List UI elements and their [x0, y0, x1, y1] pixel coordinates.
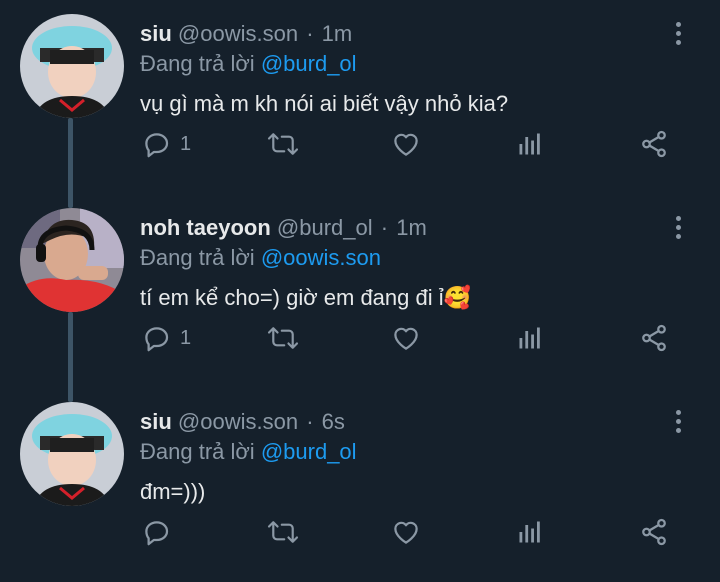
replying-to-label: Đang trả lời [140, 245, 255, 270]
retweet-icon [267, 327, 299, 349]
mention-link[interactable]: @oowis.son [261, 245, 381, 270]
reply-icon [145, 327, 169, 352]
reply-button[interactable] [142, 512, 180, 552]
username[interactable]: @oowis.son [178, 21, 298, 46]
tweet[interactable]: siu @oowis.son · 6s Đang trả lời @burd_o… [0, 388, 720, 582]
analytics-icon [519, 133, 540, 155]
like-icon [394, 521, 418, 544]
tweet[interactable]: siu @oowis.son · 1m Đang trả lời @burd_o… [0, 0, 720, 194]
share-icon [642, 518, 666, 546]
tweet-header: siu @oowis.son · 6s [140, 407, 345, 437]
timestamp[interactable]: 1m [322, 21, 353, 46]
username[interactable]: @burd_ol [277, 215, 373, 240]
reply-button[interactable]: 1 [142, 124, 191, 164]
tweet-header: noh taeyoon @burd_ol · 1m [140, 213, 427, 243]
retweet-button[interactable] [266, 318, 300, 358]
more-options-icon[interactable] [668, 18, 688, 48]
separator-dot: · [380, 215, 389, 240]
replying-to: Đang trả lời @burd_ol [140, 438, 357, 466]
tweet-actions [0, 512, 720, 552]
retweet-icon [267, 521, 299, 543]
avatar[interactable] [20, 14, 124, 118]
replying-to: Đang trả lời @burd_ol [140, 50, 357, 78]
mention-link[interactable]: @burd_ol [261, 51, 357, 76]
tweet-header: siu @oowis.son · 1m [140, 19, 352, 49]
tweet-text: đm=))) [140, 479, 206, 504]
share-button[interactable] [638, 124, 670, 164]
tweet-text: tí em kể cho=) giờ em đang đi ỉ [140, 285, 444, 310]
more-options-icon[interactable] [668, 406, 688, 436]
separator-dot: · [306, 409, 314, 434]
timestamp[interactable]: 1m [396, 215, 427, 240]
replying-to-label: Đang trả lời [140, 51, 255, 76]
tweet-text-container: tí em kể cho=) giờ em đang đi ỉ🥰 [140, 282, 471, 314]
tweet-text: vụ gì mà m kh nói ai biết vậy nhỏ kia? [140, 91, 509, 116]
reply-icon [145, 521, 169, 546]
more-options-icon[interactable] [668, 212, 688, 242]
analytics-button[interactable] [516, 318, 544, 358]
analytics-button[interactable] [516, 124, 544, 164]
retweet-button[interactable] [266, 124, 300, 164]
tweet[interactable]: noh taeyoon @burd_ol · 1m Đang trả lời @… [0, 194, 720, 388]
replying-to-label: Đang trả lời [140, 439, 255, 464]
display-name[interactable]: siu [140, 21, 172, 46]
share-button[interactable] [638, 318, 670, 358]
avatar[interactable] [20, 402, 124, 506]
reply-count: 1 [180, 326, 192, 349]
retweet-button[interactable] [266, 512, 300, 552]
like-icon [394, 327, 418, 350]
share-icon [642, 130, 666, 158]
analytics-button[interactable] [516, 512, 544, 552]
replying-to: Đang trả lời @oowis.son [140, 244, 381, 272]
like-icon [394, 133, 418, 156]
separator-dot: · [306, 21, 314, 46]
reply-icon [145, 133, 169, 158]
retweet-icon [267, 133, 299, 155]
analytics-icon [519, 327, 540, 349]
avatar[interactable] [20, 208, 124, 312]
reply-button[interactable]: 1 [142, 318, 191, 358]
display-name[interactable]: siu [140, 409, 172, 434]
analytics-icon [519, 521, 540, 543]
like-button[interactable] [390, 124, 422, 164]
share-button[interactable] [638, 512, 670, 552]
like-button[interactable] [390, 512, 422, 552]
reply-count: 1 [180, 132, 192, 155]
smiling-face-with-hearts-emoji: 🥰 [443, 285, 472, 310]
mention-link[interactable]: @burd_ol [261, 439, 357, 464]
timestamp[interactable]: 6s [322, 409, 345, 434]
tweet-actions: 1 [0, 318, 720, 358]
display-name[interactable]: noh taeyoon [140, 215, 271, 240]
like-button[interactable] [390, 318, 422, 358]
tweet-actions: 1 [0, 124, 720, 164]
share-icon [642, 324, 666, 352]
username[interactable]: @oowis.son [178, 409, 298, 434]
